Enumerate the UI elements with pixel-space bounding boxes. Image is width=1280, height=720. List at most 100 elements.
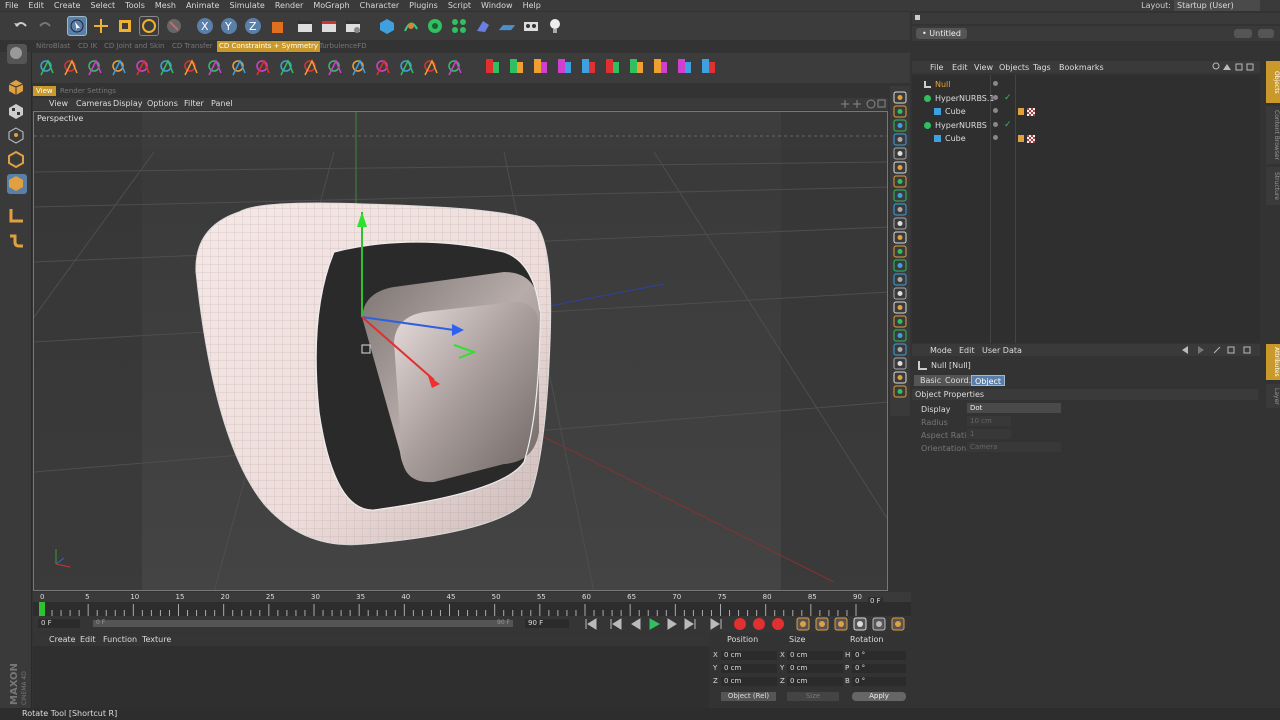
attr-navigation-icons[interactable] <box>1168 345 1258 355</box>
go-to-end-icon[interactable] <box>710 618 722 630</box>
snap-icon[interactable] <box>7 232 27 252</box>
constraint-tool-icon[interactable] <box>256 59 270 76</box>
tool-strip-icon[interactable] <box>893 329 907 342</box>
constraint-tool-icon[interactable] <box>630 59 643 73</box>
camera-icon[interactable] <box>522 17 540 35</box>
parameter-key-icon[interactable] <box>853 617 867 631</box>
constraint-tool-icon[interactable] <box>232 59 246 76</box>
aspect-ratio-field[interactable]: 1 <box>967 429 1011 439</box>
constraint-tool-icons[interactable] <box>34 53 754 83</box>
enabled-check-icon[interactable]: ✓ <box>1004 119 1012 132</box>
polygons-mode-icon[interactable] <box>7 174 27 194</box>
new-document-button[interactable] <box>1234 29 1252 38</box>
phong-tag-icon[interactable] <box>1018 135 1024 142</box>
apply-button[interactable]: Apply <box>852 692 906 701</box>
constraint-tool-icon[interactable] <box>64 59 78 76</box>
display-select[interactable]: Dot <box>967 403 1061 413</box>
constraint-tool-icon[interactable] <box>88 59 102 76</box>
enabled-check-icon[interactable]: ✓ <box>1004 92 1012 105</box>
tab-turbulencefd[interactable]: TurbulenceFD <box>317 41 369 52</box>
om-menu-file[interactable]: File <box>930 63 943 72</box>
tab-render-settings[interactable]: Render Settings <box>57 86 119 96</box>
timeline-ruler[interactable] <box>33 602 911 616</box>
constraint-tool-icon[interactable] <box>136 59 150 76</box>
material-tag-icon[interactable] <box>1027 108 1035 116</box>
tab-cd-ik[interactable]: CD IK <box>76 41 99 52</box>
om-menu-objects[interactable]: Objects <box>999 63 1029 72</box>
perspective-viewport[interactable]: Perspective <box>33 111 888 591</box>
constraint-tool-icon[interactable] <box>534 59 547 73</box>
scale-icon[interactable] <box>116 17 134 35</box>
constraint-tool-icon[interactable] <box>582 59 595 73</box>
tool-strip-icon[interactable] <box>893 133 907 146</box>
make-editable-icon[interactable] <box>7 44 27 64</box>
om-menu-bookmarks[interactable]: Bookmarks <box>1059 63 1104 72</box>
z-axis-lock-icon[interactable]: Z <box>244 17 262 35</box>
side-tab-structure[interactable]: Structure <box>1266 167 1280 205</box>
tool-strip-icons[interactable] <box>890 86 910 416</box>
live-selection-icon[interactable] <box>67 16 87 36</box>
constraint-tool-icon[interactable] <box>160 59 174 76</box>
tool-strip-icon[interactable] <box>893 357 907 370</box>
floor-icon[interactable] <box>498 17 520 35</box>
model-mode-icon[interactable] <box>7 78 27 98</box>
side-tab-content-browser[interactable]: Content Browser <box>1266 106 1280 164</box>
cube-primitive-icon[interactable] <box>378 17 396 35</box>
scale-key-icon[interactable] <box>815 617 829 631</box>
light-icon[interactable] <box>546 17 564 35</box>
material-menu-create[interactable]: Create <box>49 633 76 646</box>
autokeying-icon[interactable] <box>753 618 765 630</box>
attr-tab-coord[interactable]: Coord. <box>942 375 975 386</box>
recent-tools-icon[interactable] <box>165 17 183 35</box>
object-row[interactable]: Cube <box>912 132 1257 145</box>
menu-mograph[interactable]: MoGraph <box>308 0 354 11</box>
viewport-menu-cameras[interactable]: Cameras <box>76 98 112 110</box>
constraint-tool-icon[interactable] <box>558 59 571 73</box>
menu-character[interactable]: Character <box>355 0 405 11</box>
range-slider[interactable]: 0 F 90 F <box>93 619 513 627</box>
constraint-tool-icon[interactable] <box>448 59 462 76</box>
menu-mesh[interactable]: Mesh <box>150 0 181 11</box>
texture-mode-icon[interactable] <box>7 102 27 122</box>
visibility-dots[interactable] <box>993 121 998 127</box>
viewport-menu-view[interactable]: View <box>49 98 68 110</box>
tool-strip-icon[interactable] <box>893 287 907 300</box>
tool-strip-icon[interactable] <box>893 105 907 118</box>
object-row[interactable]: Cube <box>912 105 1257 118</box>
size-y-field[interactable]: 0 cm <box>787 664 843 673</box>
rotation-b-field[interactable]: 0 ° <box>852 677 906 686</box>
menu-tools[interactable]: Tools <box>120 0 150 11</box>
constraint-tool-icon[interactable] <box>424 59 438 76</box>
phong-tag-icon[interactable] <box>1018 108 1024 115</box>
menu-script[interactable]: Script <box>443 0 476 11</box>
tool-strip-icon[interactable] <box>893 231 907 244</box>
om-menu-view[interactable]: View <box>974 63 993 72</box>
tool-strip-icon[interactable] <box>893 189 907 202</box>
rotation-p-field[interactable]: 0 ° <box>852 664 906 673</box>
visibility-dots[interactable] <box>993 81 998 86</box>
render-view-icon[interactable] <box>296 17 314 35</box>
constraint-tool-icon[interactable] <box>400 59 414 76</box>
menu-window[interactable]: Window <box>476 0 518 11</box>
menu-edit[interactable]: Edit <box>23 0 49 11</box>
constraint-tool-icon[interactable] <box>510 59 523 73</box>
constraint-tool-icon[interactable] <box>280 59 294 76</box>
rotate-icon[interactable] <box>139 16 159 36</box>
attr-tab-object[interactable]: Object <box>971 375 1006 386</box>
menu-select[interactable]: Select <box>85 0 120 11</box>
visibility-dots[interactable] <box>993 108 998 113</box>
side-tab-objects[interactable]: Objects <box>1266 61 1280 103</box>
om-toolbar-icons[interactable] <box>1212 62 1258 72</box>
orientation-select[interactable]: Camera <box>967 442 1061 452</box>
coordinate-system-icon[interactable] <box>269 17 287 35</box>
constraint-tool-icon[interactable] <box>208 59 222 76</box>
position-key-icon[interactable] <box>796 617 810 631</box>
tool-strip-icon[interactable] <box>893 203 907 216</box>
array-icon[interactable] <box>450 17 468 35</box>
om-menu-edit[interactable]: Edit <box>952 63 968 72</box>
om-menu-tags[interactable]: Tags <box>1033 63 1051 72</box>
record-active-objects-icon[interactable] <box>734 618 746 630</box>
constraint-tool-icon[interactable] <box>376 59 390 76</box>
tool-strip-icon[interactable] <box>893 217 907 230</box>
move-icon[interactable] <box>92 17 110 35</box>
